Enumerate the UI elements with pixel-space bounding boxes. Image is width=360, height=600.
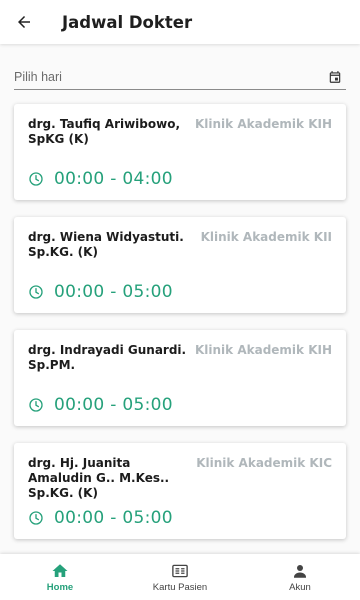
schedule-time: 00:00 - 05:00 bbox=[54, 282, 173, 302]
schedule-card[interactable]: drg. Taufiq Ariwibowo, SpKG (K) Klinik A… bbox=[14, 104, 346, 200]
doctor-name: drg. Wiena Widyastuti. Sp.KG. (K) bbox=[28, 230, 184, 259]
page-title: Jadwal Dokter bbox=[62, 12, 193, 32]
clinic-name: Klinik Akademik KII bbox=[200, 230, 332, 244]
schedule-time: 00:00 - 05:00 bbox=[54, 508, 173, 528]
card-icon bbox=[171, 562, 189, 580]
doctor-name: drg. Indrayadi Gunardi. Sp.PM. bbox=[28, 343, 187, 372]
calendar-icon[interactable] bbox=[328, 70, 342, 84]
schedule-card[interactable]: drg. Wiena Widyastuti. Sp.KG. (K) Klinik… bbox=[14, 217, 346, 313]
clock-icon bbox=[28, 171, 44, 187]
nav-label: Akun bbox=[289, 581, 311, 593]
clinic-name: Klinik Akademik KIH bbox=[194, 117, 332, 131]
nav-account[interactable]: Akun bbox=[240, 554, 360, 600]
doctor-name: drg. Hj. Juanita Amaludin G.. M.Kes.. Sp… bbox=[28, 456, 170, 500]
app-screen: Jadwal Dokter Pilih hari drg. Taufiq Ari… bbox=[0, 0, 360, 600]
time-row: 00:00 - 05:00 bbox=[28, 282, 173, 302]
clock-icon bbox=[28, 510, 44, 526]
bottom-navigation: Home Kartu Pasien Akun bbox=[0, 554, 360, 600]
back-button[interactable] bbox=[0, 0, 48, 44]
schedule-time: 00:00 - 05:00 bbox=[54, 395, 173, 415]
schedule-list: drg. Taufiq Ariwibowo, SpKG (K) Klinik A… bbox=[14, 104, 346, 556]
person-icon bbox=[291, 562, 309, 580]
clinic-name: Klinik Akademik KIC bbox=[196, 456, 332, 470]
nav-home[interactable]: Home bbox=[0, 554, 120, 600]
day-picker-placeholder: Pilih hari bbox=[14, 69, 62, 84]
schedule-time: 00:00 - 04:00 bbox=[54, 169, 173, 189]
day-picker-field[interactable]: Pilih hari bbox=[14, 64, 346, 90]
nav-label: Home bbox=[46, 581, 74, 593]
home-icon bbox=[51, 562, 69, 580]
app-bar: Jadwal Dokter bbox=[0, 0, 360, 44]
doctor-name: drg. Taufiq Ariwibowo, SpKG (K) bbox=[28, 117, 181, 146]
time-row: 00:00 - 04:00 bbox=[28, 169, 173, 189]
nav-patient-card[interactable]: Kartu Pasien bbox=[120, 554, 240, 600]
schedule-card[interactable]: drg. Indrayadi Gunardi. Sp.PM. Klinik Ak… bbox=[14, 330, 346, 426]
clinic-name: Klinik Akademik KIH bbox=[194, 343, 332, 357]
time-row: 00:00 - 05:00 bbox=[28, 395, 173, 415]
clock-icon bbox=[28, 397, 44, 413]
clock-icon bbox=[28, 284, 44, 300]
arrow-left-icon bbox=[15, 13, 33, 31]
schedule-card[interactable]: drg. Hj. Juanita Amaludin G.. M.Kes.. Sp… bbox=[14, 443, 346, 539]
time-row: 00:00 - 05:00 bbox=[28, 508, 173, 528]
nav-label: Kartu Pasien bbox=[152, 581, 208, 593]
